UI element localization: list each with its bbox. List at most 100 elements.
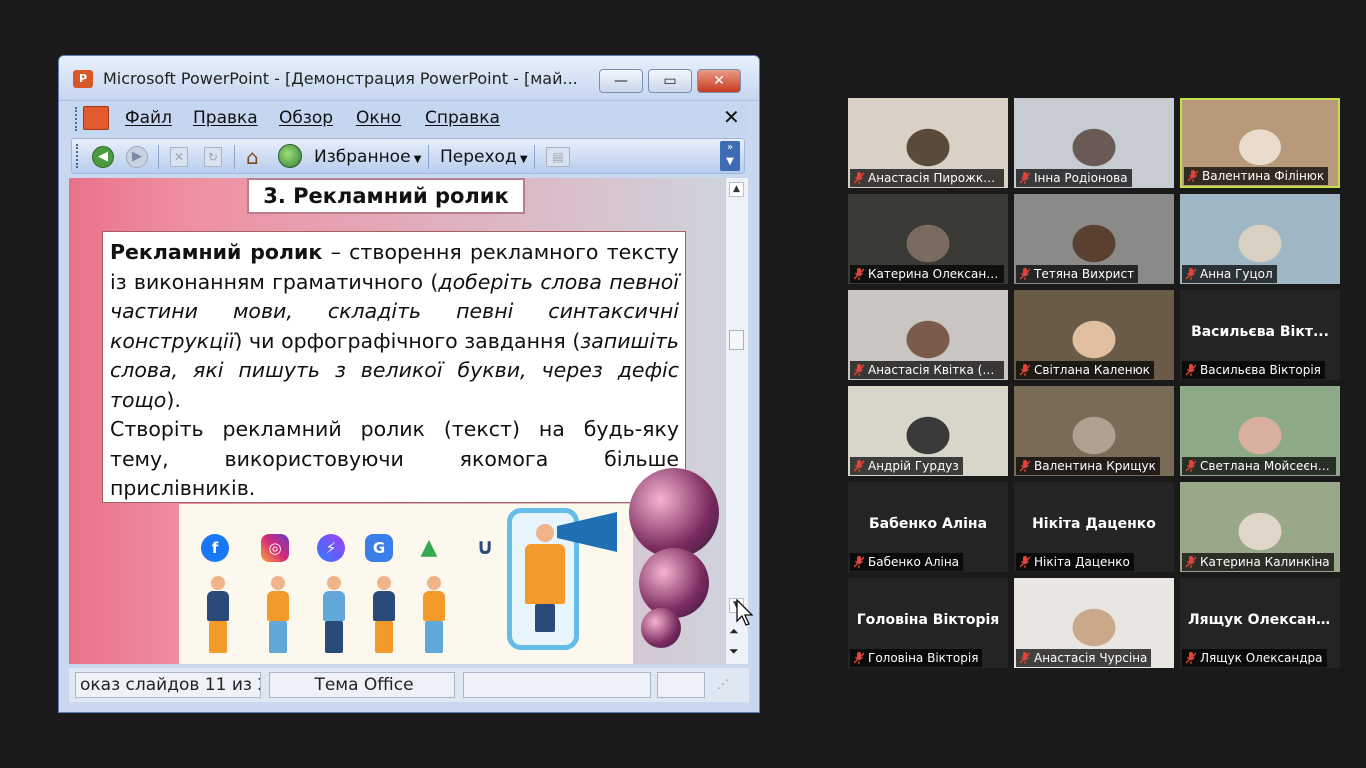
- close-button[interactable]: ✕: [697, 69, 741, 93]
- slide-canvas: 3. Рекламний ролик Рекламний ролик – ств…: [69, 178, 725, 664]
- participant-name-label: Лящук Олександра: [1182, 649, 1327, 667]
- participant-tile[interactable]: Головіна Вікторія Головіна Вікторія: [848, 578, 1008, 668]
- participant-name-label: Головіна Вікторія: [850, 649, 983, 667]
- participant-name: Валентина Крищук: [1034, 459, 1156, 473]
- participant-name-label: Валентина Крищук: [1016, 457, 1160, 475]
- participant-tile[interactable]: Світлана Каленюк: [1014, 290, 1174, 380]
- participant-name: Бабенко Аліна: [868, 555, 960, 569]
- participant-name-label: Інна Родіонова: [1016, 169, 1132, 187]
- vertical-scrollbar[interactable]: ▲ ▼ ⏶ ⏷: [725, 178, 748, 664]
- participant-name: Анна Гуцол: [1200, 267, 1273, 281]
- mouse-pointer-icon: [736, 599, 754, 626]
- google-ads-icon: ▲: [420, 535, 438, 560]
- minimize-button[interactable]: —: [599, 69, 643, 93]
- participant-tile[interactable]: Анастасія Квітка (Дм...: [848, 290, 1008, 380]
- participant-tile[interactable]: Нікіта Даценко Нікіта Даценко: [1014, 482, 1174, 572]
- favorites-dropdown[interactable]: Избранное ▼: [314, 147, 421, 167]
- scroll-up-icon[interactable]: ▲: [729, 182, 744, 197]
- person-figure: [203, 576, 233, 654]
- participant-name: Світлана Каленюк: [1034, 363, 1150, 377]
- participant-tile[interactable]: Анна Гуцол: [1180, 194, 1340, 284]
- maximize-button[interactable]: ▭: [648, 69, 692, 93]
- slide-paragraph-1: Рекламний ролик – створення рекламного т…: [110, 238, 679, 415]
- term-bold: Рекламний ролик: [110, 240, 323, 264]
- participant-tile[interactable]: Васильєва Вікт... Васильєва Вікторія: [1180, 290, 1340, 380]
- mic-muted-icon: [1020, 364, 1030, 376]
- participant-tile[interactable]: Валентина Крищук: [1014, 386, 1174, 476]
- person-figure: [319, 576, 349, 654]
- powerpoint-app-icon[interactable]: P: [73, 70, 93, 88]
- participant-tile[interactable]: Валентина Філінюк: [1180, 98, 1340, 188]
- participant-name: Анастасія Чурсіна: [1034, 651, 1148, 665]
- mic-muted-icon: [1020, 652, 1030, 664]
- participant-name-label: Валентина Філінюк: [1184, 167, 1329, 185]
- menu-window[interactable]: Окно: [356, 108, 401, 128]
- participant-tile[interactable]: Інна Родіонова: [1014, 98, 1174, 188]
- messenger-icon: ⚡: [317, 534, 345, 562]
- mic-muted-icon: [1020, 268, 1030, 280]
- menu-browse[interactable]: Обзор: [279, 108, 333, 128]
- goto-label: Переход: [440, 147, 517, 167]
- title-bar[interactable]: P Microsoft PowerPoint - [Демонстрация P…: [59, 56, 759, 101]
- participant-name-label: Бабенко Аліна: [850, 553, 964, 571]
- google-business-icon: G: [365, 534, 393, 562]
- participant-tile[interactable]: Лящук Олексан... Лящук Олександра: [1180, 578, 1340, 668]
- favorites-label: Избранное: [314, 147, 411, 167]
- participant-name: Тетяна Вихрист: [1034, 267, 1135, 281]
- powerpoint-window: P Microsoft PowerPoint - [Демонстрация P…: [58, 55, 760, 713]
- stop-icon[interactable]: ✕: [170, 147, 188, 167]
- document-icon[interactable]: [83, 106, 109, 130]
- scroll-thumb[interactable]: [729, 330, 744, 350]
- status-cell-empty: [463, 672, 651, 698]
- participant-tile[interactable]: Тетяна Вихрист: [1014, 194, 1174, 284]
- menu-file[interactable]: Файл: [125, 108, 172, 128]
- search-web-icon[interactable]: [278, 144, 302, 168]
- participant-tile[interactable]: Анастасія Чурсіна: [1014, 578, 1174, 668]
- forward-icon[interactable]: ▶: [126, 146, 148, 168]
- mic-muted-icon: [1020, 556, 1030, 568]
- chevron-down-icon: ▼: [410, 154, 422, 165]
- mic-muted-icon: [854, 556, 864, 568]
- mic-muted-icon: [854, 172, 864, 184]
- menu-edit[interactable]: Правка: [193, 108, 258, 128]
- participant-display-name: Лящук Олексан...: [1188, 612, 1333, 628]
- participant-name-label: Анастасія Квітка (Дм...: [850, 361, 1004, 379]
- toolbar-separator: [158, 145, 159, 169]
- slide-paragraph-2: Створіть рекламний ролик (текст) на будь…: [110, 417, 679, 500]
- back-icon[interactable]: ◀: [92, 146, 114, 168]
- participant-name: Валентина Філінюк: [1202, 169, 1325, 183]
- menu-grip-icon[interactable]: [75, 107, 80, 131]
- participant-tile[interactable]: Бабенко Аліна Бабенко Аліна: [848, 482, 1008, 572]
- show-only-web-toolbar-icon[interactable]: ▤: [546, 147, 570, 167]
- mic-muted-icon: [1188, 170, 1198, 182]
- participant-tile[interactable]: Катерина Калинкіна: [1180, 482, 1340, 572]
- participant-name-label: Васильєва Вікторія: [1182, 361, 1325, 379]
- participant-name: Лящук Олександра: [1200, 651, 1323, 665]
- participant-name-label: Катерина Олександр...: [850, 265, 1004, 283]
- participant-tile[interactable]: Светлана Мойсеєнко: [1180, 386, 1340, 476]
- participant-tile[interactable]: Катерина Олександр...: [848, 194, 1008, 284]
- resize-grip-icon[interactable]: ⋰: [713, 672, 745, 698]
- instagram-icon: ◎: [261, 534, 289, 562]
- mic-muted-icon: [1186, 268, 1196, 280]
- refresh-icon[interactable]: ↻: [204, 147, 222, 167]
- home-icon[interactable]: ⌂: [246, 145, 259, 169]
- mic-muted-icon: [1186, 556, 1196, 568]
- menu-bar: Файл Правка Обзор Окно Справка ✕: [71, 101, 747, 135]
- next-slide-icon[interactable]: ⏷: [729, 644, 739, 659]
- mic-muted-icon: [1186, 652, 1196, 664]
- toolbar-options-icon[interactable]: » ▼: [720, 141, 740, 171]
- toolbar-grip-icon[interactable]: [76, 144, 81, 168]
- menu-help[interactable]: Справка: [425, 108, 500, 128]
- participant-name-label: Нікіта Даценко: [1016, 553, 1134, 571]
- mic-muted-icon: [854, 460, 864, 472]
- document-close-icon[interactable]: ✕: [723, 105, 740, 129]
- slide-counter: оказ слайдов 11 из 2:: [75, 672, 261, 698]
- participant-name: Андрій Гурдуз: [868, 459, 959, 473]
- participant-tile[interactable]: Анастасія Пирожкова: [848, 98, 1008, 188]
- goto-dropdown[interactable]: Переход ▼: [440, 147, 528, 167]
- theme-name: Тема Office: [269, 672, 455, 698]
- participant-name: Катерина Калинкіна: [1200, 555, 1330, 569]
- participant-tile[interactable]: Андрій Гурдуз: [848, 386, 1008, 476]
- participant-name-label: Анастасія Чурсіна: [1016, 649, 1152, 667]
